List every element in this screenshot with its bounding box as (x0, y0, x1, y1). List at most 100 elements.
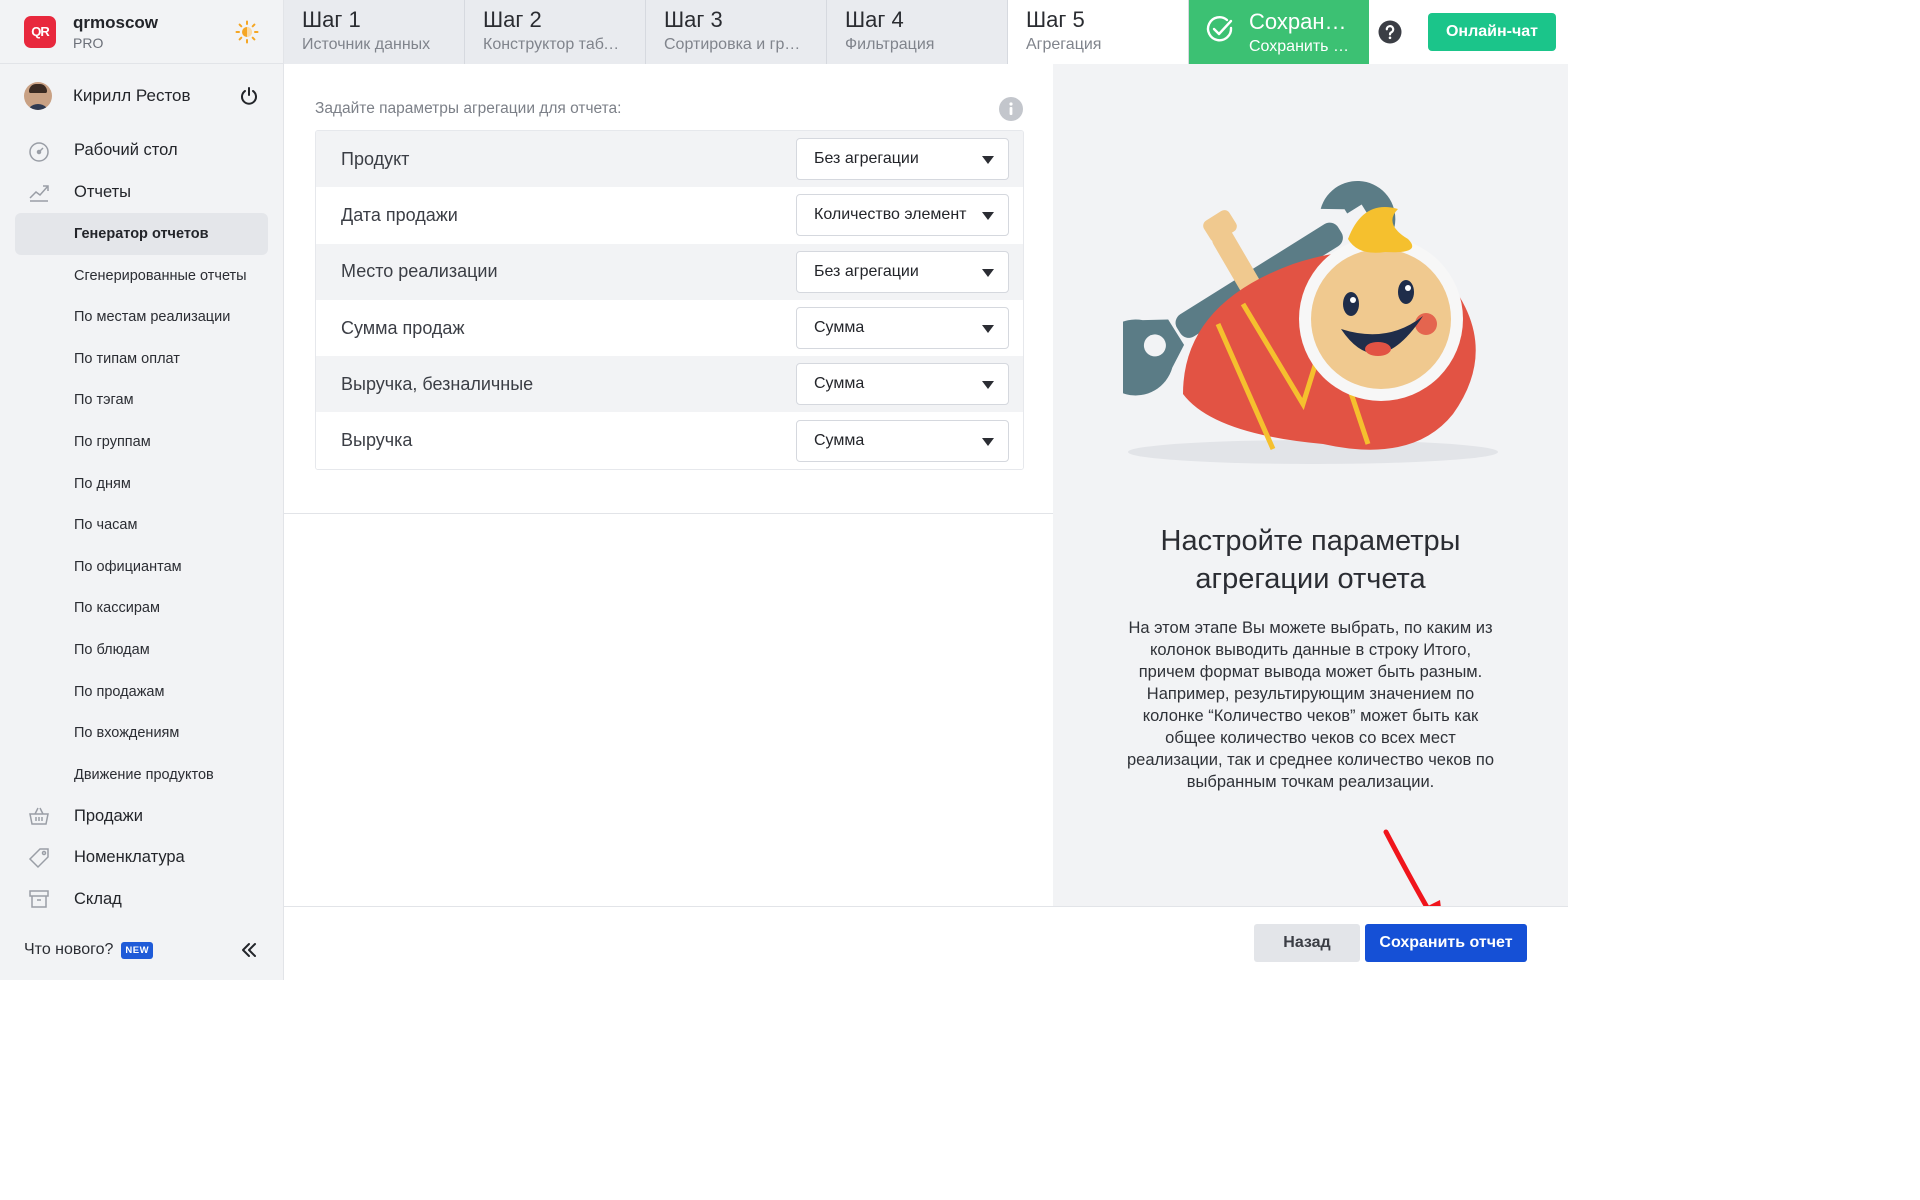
back-button[interactable]: Назад (1254, 924, 1360, 962)
caret-down-icon (982, 268, 994, 277)
sidebar-subitem-by-locations[interactable]: По местам реализации (0, 296, 268, 338)
aggregation-panel: Задайте параметры агрегации для отчета: … (284, 64, 1053, 906)
sidebar-subitem-report-generator[interactable]: Генератор отчетов (15, 213, 268, 255)
sidebar-item-reports[interactable]: Отчеты (0, 172, 283, 214)
aggregation-row: Продукт Без агрегации (316, 131, 1023, 188)
step-subtitle: Сортировка и гру… (664, 36, 808, 53)
sidebar-item-label: Отчеты (74, 182, 132, 201)
divider (284, 513, 1053, 514)
sidebar-item-nomenclature[interactable]: Номенклатура (0, 837, 283, 879)
double-chevron-left-icon[interactable] (239, 940, 259, 960)
aggregation-value: Без агрегации (814, 150, 919, 168)
aggregation-value: Без агрегации (814, 262, 919, 280)
brand-header: QR qrmoscow PRO (0, 0, 283, 64)
sun-icon[interactable] (235, 20, 259, 44)
sidebar-subitem-by-entries[interactable]: По вхождениям (0, 712, 268, 754)
sidebar-subitem-by-payment-types[interactable]: По типам оплат (0, 338, 268, 380)
sidebar-subitem-by-days[interactable]: По дням (0, 463, 268, 505)
caret-down-icon (982, 156, 994, 165)
info-icon[interactable] (999, 97, 1023, 121)
app-logo[interactable]: QR (24, 15, 56, 48)
aggregation-select[interactable]: Без агрегации (796, 250, 1009, 293)
sidebar-item-label: Продажи (74, 806, 143, 825)
step-title: Шаг 3 (664, 7, 723, 32)
step-save[interactable]: Сохрани… Сохранить о… (1189, 0, 1369, 64)
step-title: Шаг 2 (483, 7, 542, 32)
chart-trend-icon (26, 179, 52, 205)
aggregation-row: Дата продажи Количество элемент (316, 187, 1023, 244)
sidebar-subitem-by-hours[interactable]: По часам (0, 504, 268, 546)
new-badge: NEW (121, 941, 154, 959)
sidebar-subitem-by-cashiers[interactable]: По кассирам (0, 588, 268, 630)
sidebar-item-label: Рабочий стол (74, 141, 178, 160)
aggregation-value: Сумма (814, 431, 865, 449)
step-title: Шаг 4 (845, 7, 904, 32)
aggregation-select[interactable]: Сумма (796, 419, 1009, 462)
baby-wrench-illustration (1097, 144, 1503, 474)
sidebar-item-sales[interactable]: Продажи (0, 796, 283, 838)
wizard-footer: Назад Сохранить отчет (284, 906, 1568, 980)
caret-down-icon (982, 325, 994, 334)
step-title: Шаг 1 (302, 7, 361, 32)
help-panel: Настройте параметры агрегации отчета На … (1053, 64, 1568, 906)
help-description: На этом этапе Вы можете выбрать, по каки… (1126, 619, 1495, 791)
wizard-steps: Шаг 1 Источник данных Шаг 2 Конструктор … (284, 0, 1568, 64)
sidebar-subitem-by-sales[interactable]: По продажам (0, 671, 268, 713)
save-report-button[interactable]: Сохранить отчет (1365, 924, 1527, 962)
column-name: Дата продажи (341, 204, 458, 225)
aggregation-row: Место реализации Без агрегации (316, 243, 1023, 300)
sidebar-subitem-by-dishes[interactable]: По блюдам (0, 629, 268, 671)
top-actions: Онлайн-чат (1369, 0, 1568, 64)
online-chat-button[interactable]: Онлайн-чат (1427, 13, 1556, 51)
sidebar-nav: Рабочий стол Отчеты Генератор отчетов Сг… (0, 128, 283, 920)
aggregation-value: Сумма (814, 319, 865, 337)
user-name[interactable]: Кирилл Рестов (73, 86, 191, 106)
avatar[interactable] (24, 82, 52, 110)
sidebar-subitem-by-groups[interactable]: По группам (0, 421, 268, 463)
sidebar-subitem-generated-reports[interactable]: Сгенерированные отчеты (0, 255, 268, 297)
sidebar-item-label: Номенклатура (74, 848, 185, 867)
step-subtitle: Конструктор табл… (483, 36, 627, 53)
aggregation-select[interactable]: Без агрегации (796, 138, 1009, 181)
power-icon[interactable] (239, 86, 259, 106)
caret-down-icon (982, 437, 994, 446)
archive-icon (26, 886, 52, 912)
step-subtitle: Агрегация (1026, 36, 1102, 53)
dashboard-icon (26, 138, 52, 164)
sidebar-item-desktop[interactable]: Рабочий стол (0, 130, 283, 172)
tag-icon (26, 845, 52, 871)
aggregation-select[interactable]: Количество элемент (796, 194, 1009, 237)
column-name: Место реализации (341, 261, 498, 282)
column-name: Выручка, безналичные (341, 373, 534, 394)
panel-header: Задайте параметры агрегации для отчета: (315, 97, 1023, 121)
aggregation-value: Сумма (814, 375, 865, 393)
aggregation-select[interactable]: Сумма (796, 363, 1009, 406)
sidebar: QR qrmoscow PRO Кирилл Рестов Рабочий ст… (0, 0, 284, 980)
step-5[interactable]: Шаг 5 Агрегация (1008, 0, 1189, 64)
caret-down-icon (982, 212, 994, 221)
column-name: Сумма продаж (341, 317, 465, 338)
step-2[interactable]: Шаг 2 Конструктор табл… (465, 0, 646, 64)
step-title: Шаг 5 (1026, 7, 1085, 32)
aggregation-select[interactable]: Сумма (796, 307, 1009, 350)
sidebar-subitem-product-movement[interactable]: Движение продуктов (0, 754, 268, 796)
step-subtitle: Фильтрация (845, 36, 935, 53)
sidebar-subitem-by-waiters[interactable]: По официантам (0, 546, 268, 588)
aggregation-row: Выручка, безналичные Сумма (316, 356, 1023, 413)
basket-icon (26, 803, 52, 829)
aggregation-value: Количество элемент (814, 206, 967, 224)
step-4[interactable]: Шаг 4 Фильтрация (827, 0, 1008, 64)
account-plan: PRO (73, 34, 104, 51)
help-title: Настройте параметры агрегации отчета (1160, 525, 1461, 595)
step-3[interactable]: Шаг 3 Сортировка и гру… (646, 0, 827, 64)
whats-new[interactable]: Что нового? NEW (0, 920, 283, 980)
help-icon[interactable] (1378, 20, 1402, 44)
sidebar-item-warehouse[interactable]: Склад (0, 879, 283, 921)
aggregation-row: Выручка Сумма (316, 412, 1023, 469)
panel-caption: Задайте параметры агрегации для отчета: (315, 100, 622, 117)
sidebar-subitem-by-tags[interactable]: По тэгам (0, 380, 268, 422)
step-1[interactable]: Шаг 1 Источник данных (284, 0, 465, 64)
aggregation-row: Сумма продаж Сумма (316, 299, 1023, 357)
whats-new-label[interactable]: Что нового? (24, 941, 113, 959)
account-name: qrmoscow (73, 12, 159, 32)
